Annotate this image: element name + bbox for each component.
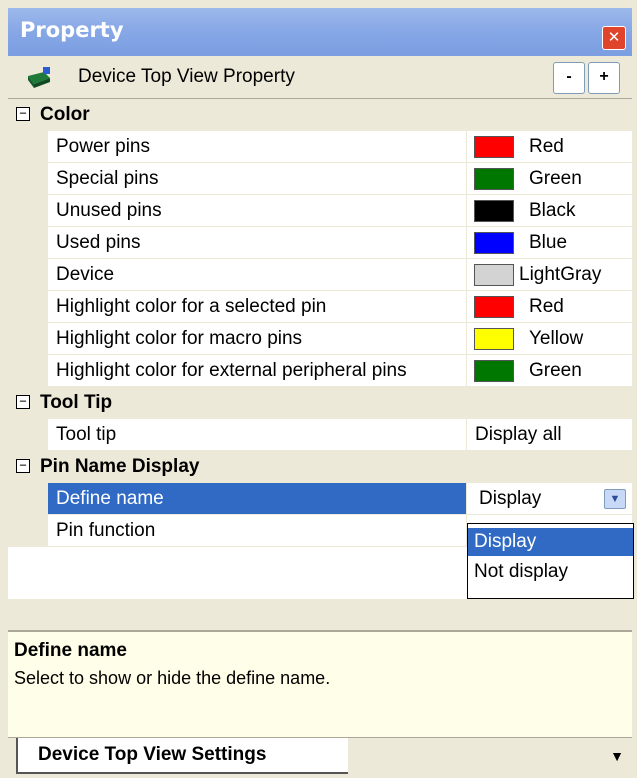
tab-bar: Device Top View Settings ▼ <box>8 737 632 774</box>
collapse-toggle-icon[interactable]: − <box>16 459 30 473</box>
property-value[interactable]: Red <box>467 131 632 163</box>
category-pin-name-display[interactable]: − Pin Name Display <box>8 451 632 483</box>
property-row-unused-pins[interactable]: Unused pins Black <box>8 195 632 227</box>
close-icon: ✕ <box>607 28 621 46</box>
property-panel: Property ✕ Device Top View Property - + … <box>0 0 637 778</box>
property-value-text: Display all <box>475 424 562 445</box>
property-name: Pin function <box>56 520 156 541</box>
collapse-toggle-icon[interactable]: − <box>16 395 30 409</box>
property-value-text: Black <box>529 200 576 221</box>
property-name: Define name <box>56 488 164 509</box>
property-value-text: Yellow <box>529 328 584 349</box>
property-value-text: Red <box>529 296 564 317</box>
property-row-device[interactable]: Device LightGray <box>8 259 632 291</box>
property-row-tool-tip[interactable]: Tool tip Display all <box>8 419 632 451</box>
color-swatch <box>474 264 514 286</box>
property-value-text: Red <box>529 136 564 157</box>
category-label: Tool Tip <box>40 392 113 413</box>
property-name: Highlight color for external peripheral … <box>56 360 407 381</box>
category-label: Pin Name Display <box>40 456 200 477</box>
collapse-all-button[interactable]: - <box>553 62 585 94</box>
property-value-text: Display <box>479 488 542 509</box>
close-button[interactable]: ✕ <box>602 26 626 50</box>
property-value-text: Green <box>529 360 582 381</box>
description-pane: Define name Select to show or hide the d… <box>8 630 632 737</box>
property-value[interactable]: Display all <box>467 419 632 451</box>
property-value[interactable]: Blue <box>467 227 632 259</box>
dropdown-option-display[interactable]: Display <box>468 528 633 556</box>
property-row-special-pins[interactable]: Special pins Green <box>8 163 632 195</box>
property-row-power-pins[interactable]: Power pins Red <box>8 131 632 163</box>
property-name: Used pins <box>56 232 141 253</box>
color-swatch <box>474 296 514 318</box>
dropdown-arrow-icon[interactable]: ▼ <box>604 489 626 509</box>
category-color[interactable]: − Color <box>8 99 632 131</box>
property-name: Highlight color for macro pins <box>56 328 303 349</box>
collapse-toggle-icon[interactable]: − <box>16 107 30 121</box>
category-tool-tip[interactable]: − Tool Tip <box>8 387 632 419</box>
color-swatch <box>474 168 514 190</box>
property-name: Device <box>56 264 115 285</box>
property-value-text: Blue <box>529 232 568 253</box>
category-label: Color <box>40 104 90 125</box>
define-name-dropdown-list: Display Not display <box>467 523 634 599</box>
property-name: Power pins <box>56 136 150 157</box>
color-swatch <box>474 136 514 158</box>
property-value-text: Green <box>529 168 582 189</box>
description-title: Define name <box>14 640 127 661</box>
dropdown-option-not-display[interactable]: Not display <box>468 558 633 586</box>
property-row-highlight-selected-pin[interactable]: Highlight color for a selected pin Red <box>8 291 632 323</box>
property-value-text: LightGray <box>519 264 602 285</box>
property-row-highlight-external-pins[interactable]: Highlight color for external peripheral … <box>8 355 632 387</box>
tab-menu-arrow-icon[interactable]: ▼ <box>610 748 624 764</box>
device-icon <box>28 67 50 88</box>
header-title: Device Top View Property <box>78 66 295 87</box>
property-name: Unused pins <box>56 200 162 221</box>
tab-label: Device Top View Settings <box>38 744 267 765</box>
property-value[interactable]: Green <box>467 163 632 195</box>
define-name-select[interactable]: Display ▼ <box>467 483 632 515</box>
property-value[interactable]: Yellow <box>467 323 632 355</box>
property-row-define-name[interactable]: Define name Display ▼ <box>8 483 632 515</box>
color-swatch <box>474 328 514 350</box>
property-row-used-pins[interactable]: Used pins Blue <box>8 227 632 259</box>
property-value[interactable]: Black <box>467 195 632 227</box>
property-value[interactable]: LightGray <box>467 259 632 291</box>
property-value[interactable]: Green <box>467 355 632 387</box>
color-swatch <box>474 360 514 382</box>
expand-all-button[interactable]: + <box>588 62 620 94</box>
property-header: Device Top View Property - + <box>8 56 632 99</box>
property-name: Tool tip <box>56 424 117 445</box>
description-text: Select to show or hide the define name. <box>14 668 331 688</box>
tab-device-top-view-settings[interactable]: Device Top View Settings <box>16 738 348 774</box>
title-bar: Property ✕ <box>8 8 632 56</box>
property-name: Special pins <box>56 168 159 189</box>
property-row-highlight-macro-pins[interactable]: Highlight color for macro pins Yellow <box>8 323 632 355</box>
window-title: Property <box>20 18 124 42</box>
property-name: Highlight color for a selected pin <box>56 296 327 317</box>
color-swatch <box>474 232 514 254</box>
color-swatch <box>474 200 514 222</box>
property-value[interactable]: Red <box>467 291 632 323</box>
